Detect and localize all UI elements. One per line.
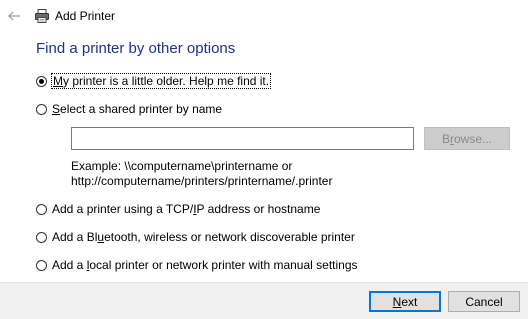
dialog-footer: Next Cancel [0, 282, 528, 319]
option-local-printer-label: Add a local printer or network printer w… [52, 258, 358, 272]
option-shared-printer-label: Select a shared printer by name [52, 102, 223, 116]
next-button[interactable]: Next [369, 291, 441, 312]
option-older-printer[interactable]: My printer is a little older. Help me fi… [36, 73, 272, 89]
cancel-button[interactable]: Cancel [448, 291, 520, 312]
radio-shared-printer[interactable] [36, 103, 47, 115]
example-line-1: Example: \\computername\printername or [71, 159, 293, 173]
example-line-2: http://computername/printers/printername… [71, 174, 333, 188]
option-bluetooth[interactable]: Add a Bluetooth, wireless or network dis… [36, 229, 355, 245]
example-text: Example: \\computername\printername or h… [71, 159, 332, 189]
option-shared-printer[interactable]: Select a shared printer by name [36, 101, 222, 117]
browse-button[interactable]: Br owse... [424, 127, 510, 150]
radio-local-printer[interactable] [36, 259, 47, 271]
dialog-header: Add Printer [0, 0, 528, 32]
page-title: Find a printer by other options [36, 40, 236, 57]
radio-older-printer[interactable] [36, 75, 47, 87]
back-arrow-icon[interactable] [6, 8, 22, 24]
option-local-printer[interactable]: Add a local printer or network printer w… [36, 257, 358, 273]
printer-icon [34, 8, 50, 24]
option-older-printer-label: My printer is a little older. Help me fi… [50, 73, 272, 89]
option-tcpip-label: Add a printer using a TCP/IP address or … [52, 202, 321, 216]
option-tcpip[interactable]: Add a printer using a TCP/IP address or … [36, 201, 320, 217]
add-printer-dialog: Add Printer Find a printer by other opti… [0, 0, 528, 319]
option-bluetooth-label: Add a Bluetooth, wireless or network dis… [52, 230, 355, 244]
radio-tcpip[interactable] [36, 203, 47, 215]
shared-printer-name-input[interactable] [71, 127, 414, 150]
radio-bluetooth[interactable] [36, 231, 47, 243]
window-title: Add Printer [55, 9, 116, 23]
